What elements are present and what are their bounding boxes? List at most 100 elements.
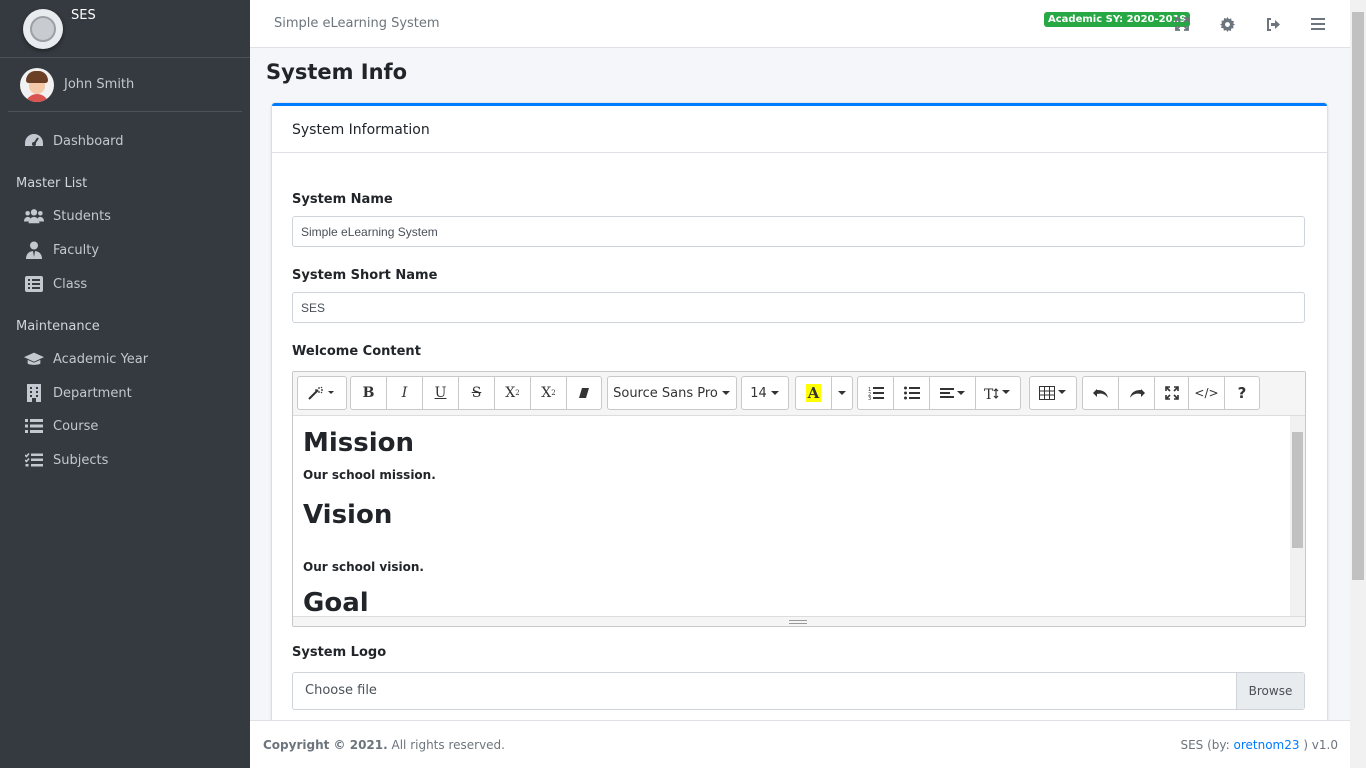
content-paragraph-vision: Our school vision. (303, 560, 424, 574)
align-dropdown-button[interactable] (930, 377, 976, 409)
help-button[interactable]: ? (1225, 377, 1259, 409)
italic-button[interactable]: I (387, 377, 423, 409)
logout-icon[interactable] (1263, 14, 1283, 34)
author-link[interactable]: oretnom23 (1233, 738, 1299, 752)
nav-header-maintenance: Maintenance (16, 319, 100, 334)
content-heading-vision: Vision (303, 500, 393, 530)
sidebar-item-label: Students (53, 208, 111, 224)
redo-button[interactable] (1119, 377, 1155, 409)
list-alt-icon (24, 275, 44, 293)
strikethrough-button[interactable]: S (459, 377, 495, 409)
users-icon (24, 207, 44, 225)
system-short-name-input[interactable] (292, 292, 1305, 323)
undo-button[interactable] (1083, 377, 1119, 409)
card-title: System Information (272, 106, 1327, 153)
menu-icon[interactable] (1308, 14, 1328, 34)
sidebar-item-label: Class (53, 276, 88, 292)
list-icon (24, 417, 44, 435)
sidebar-item-label: Course (53, 418, 99, 434)
editor-content[interactable]: Mission Our school mission. Vision Our s… (293, 416, 1305, 616)
editor-scroll-thumb[interactable] (1292, 432, 1303, 548)
sidebar-nav: Dashboard Master List Students Faculty C… (0, 112, 250, 477)
page-scrollbar[interactable] (1350, 0, 1366, 768)
font-style-group: B I U S X2 X2 (350, 376, 602, 410)
tachometer-icon (24, 132, 44, 150)
font-size-dropdown[interactable]: 14 (742, 377, 788, 409)
paragraph-group: 123 T (857, 376, 1021, 410)
content-heading-mission: Mission (303, 428, 415, 458)
font-size-value: 14 (750, 385, 767, 401)
tasks-icon (24, 451, 44, 469)
font-family-group: Source Sans Pro (607, 376, 737, 410)
editor-resize-handle[interactable] (293, 616, 1305, 626)
highlight-icon: A (805, 384, 822, 402)
sidebar-item-course[interactable]: Course (0, 409, 250, 443)
copyright-text: Copyright © 2021. (263, 738, 388, 752)
font-family-dropdown[interactable]: Source Sans Pro (608, 377, 736, 409)
font-family-value: Source Sans Pro (613, 385, 718, 401)
code-view-button[interactable]: </> (1189, 377, 1225, 409)
sidebar-item-label: Dashboard (53, 133, 124, 149)
welcome-content-label: Welcome Content (292, 344, 421, 359)
sidebar-item-faculty[interactable]: Faculty (0, 233, 250, 267)
sidebar-item-label: Subjects (53, 452, 109, 468)
topbar-title: Simple eLearning System (274, 16, 440, 31)
sidebar-item-label: Academic Year (53, 351, 149, 367)
fullscreen-icon[interactable] (1172, 14, 1192, 34)
system-name-input[interactable] (292, 216, 1305, 247)
svg-text:T: T (984, 387, 994, 400)
text-color-button[interactable]: A (796, 377, 832, 409)
page-title: System Info (266, 60, 408, 84)
footer-credit: SES (by: oretnom23 ) v1.0 (1180, 738, 1338, 752)
sidebar-item-subjects[interactable]: Subjects (0, 443, 250, 477)
table-group (1029, 376, 1077, 410)
font-size-group: 14 (741, 376, 789, 410)
nav-header-master: Master List (16, 176, 88, 191)
underline-button[interactable]: U (423, 377, 459, 409)
content-heading-goal: Goal (303, 588, 369, 616)
bold-button[interactable]: B (351, 377, 387, 409)
eraser-button[interactable] (567, 377, 601, 409)
table-button[interactable] (1030, 377, 1076, 409)
color-dropdown-button[interactable] (832, 377, 852, 409)
sidebar-item-class[interactable]: Class (0, 267, 250, 301)
svg-text:3: 3 (868, 396, 871, 400)
subscript-button[interactable]: X2 (531, 377, 567, 409)
content-paragraph-mission: Our school mission. (303, 468, 436, 482)
topbar: Simple eLearning System Academic SY: 202… (250, 0, 1350, 48)
system-logo-label: System Logo (292, 645, 387, 660)
editor-toolbar: B I U S X2 X2 Source Sans Pro 14 A 1 2 3… (293, 372, 1305, 416)
credit-prefix: SES (by: (1180, 738, 1234, 752)
sidebar-item-students[interactable]: Students (0, 199, 250, 233)
academic-year-badge: Academic SY: 2020-2019 (1044, 12, 1191, 27)
gear-icon[interactable] (1217, 14, 1237, 34)
avatar (20, 67, 54, 102)
logo-file-input[interactable]: Choose file Browse (292, 672, 1305, 710)
sidebar-item-dashboard[interactable]: Dashboard (0, 124, 250, 158)
brand-logo (23, 8, 63, 49)
misc-group: </> ? (1082, 376, 1260, 410)
sidebar-item-academic-year[interactable]: Academic Year (0, 342, 250, 376)
unordered-list-button[interactable] (894, 377, 930, 409)
page-scroll-thumb[interactable] (1352, 12, 1364, 580)
style-group (297, 376, 347, 410)
file-input-placeholder: Choose file (305, 683, 377, 698)
user-panel[interactable]: John Smith (8, 58, 242, 112)
footer-copyright: Copyright © 2021. All rights reserved. (263, 738, 505, 752)
browse-button[interactable]: Browse (1236, 673, 1304, 709)
rights-text: All rights reserved. (387, 738, 506, 752)
fullscreen-editor-button[interactable] (1155, 377, 1189, 409)
line-height-button[interactable]: T (976, 377, 1020, 409)
user-name: John Smith (64, 77, 135, 92)
ordered-list-button[interactable]: 123 (858, 377, 894, 409)
editor-scrollbar[interactable] (1290, 416, 1305, 616)
grip-icon (789, 620, 807, 624)
brand-link[interactable]: SES (0, 0, 250, 58)
sidebar-item-label: Faculty (53, 242, 100, 258)
superscript-button[interactable]: X2 (495, 377, 531, 409)
sidebar: SES John Smith Dashboard Master List Stu… (0, 0, 250, 768)
user-tie-icon (24, 241, 44, 259)
credit-suffix: ) v1.0 (1299, 738, 1338, 752)
magic-style-button[interactable] (298, 377, 346, 409)
sidebar-item-department[interactable]: Department (0, 376, 250, 410)
